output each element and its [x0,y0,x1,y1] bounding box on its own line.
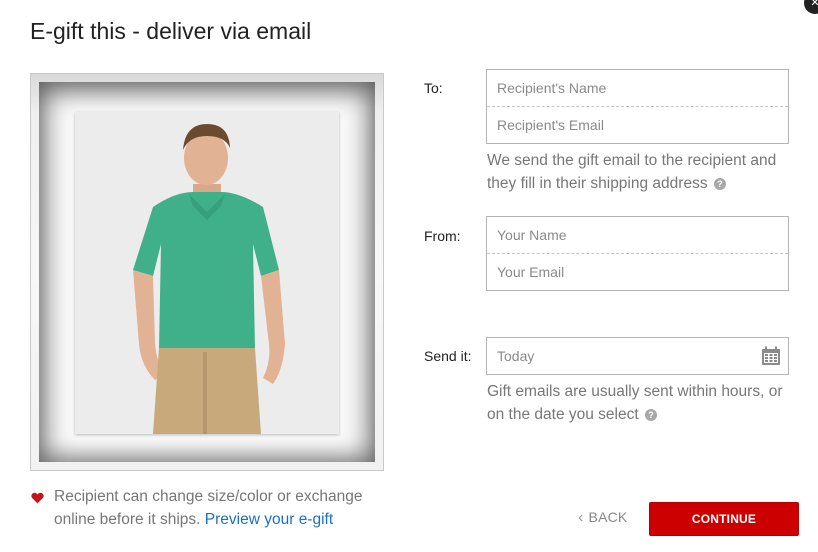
sender-email-input[interactable] [487,254,788,290]
from-label: From: [424,228,461,244]
send-hint: Gift emails are usually sent within hour… [487,381,787,426]
recipient-field-group [486,69,789,144]
sender-name-input[interactable] [487,217,788,253]
dialog-title: E-gift this - deliver via email [30,18,312,44]
recipient-name-input[interactable] [487,70,788,106]
to-label: To: [424,80,443,96]
exchange-notice: Recipient can change size/color or excha… [54,486,394,531]
continue-button[interactable]: CONTINUE [649,502,799,536]
help-icon[interactable]: ? [713,177,726,190]
send-hint-text: Gift emails are usually sent within hour… [487,383,783,423]
recipient-email-input[interactable] [487,107,788,143]
recipient-hint-text: We send the gift email to the recipient … [487,152,777,192]
send-date-input[interactable] [487,338,788,374]
chevron-left-icon: ‹ [578,509,584,526]
egift-dialog: ✕ E-gift this - deliver via email To: Re… [0,0,818,552]
gift-box [30,73,384,471]
heart-icon [31,492,44,504]
calendar-icon[interactable] [761,346,781,366]
sender-field-group [486,216,789,291]
help-icon[interactable]: ? [644,408,657,421]
send-date-field [486,337,789,375]
back-label: BACK [588,509,628,525]
product-image [75,112,339,434]
recipient-hint: We send the gift email to the recipient … [487,150,787,195]
preview-egift-link[interactable]: Preview your e-gift [205,511,333,528]
send-label: Send it: [424,348,472,364]
back-button[interactable]: ‹ BACK [578,509,627,527]
close-icon[interactable]: ✕ [804,0,818,14]
